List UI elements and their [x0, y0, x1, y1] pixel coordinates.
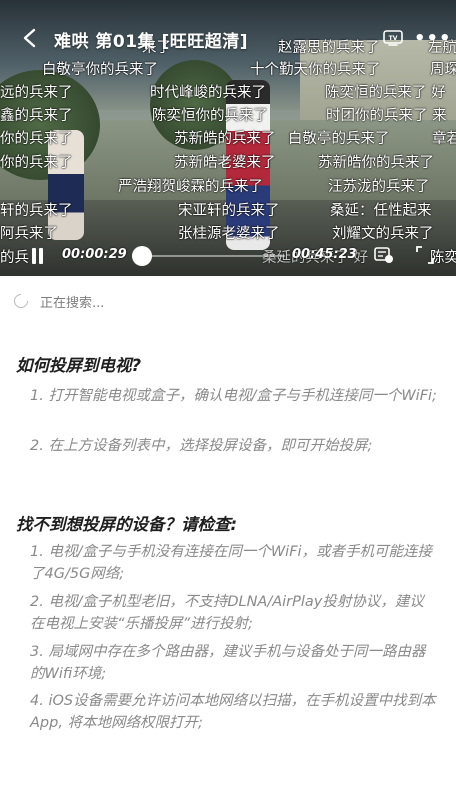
how-to-step: 1. 打开智能电视或盒子，确认电视/盒子与手机连接同一个WiFi;: [30, 388, 437, 404]
troubleshoot-step: 1. 电视/盒子与手机没有连接在同一个WiFi，或者手机可能连接了4G/5G网络…: [30, 544, 433, 582]
troubleshoot-step: 3. 局域网中存在多个路由器，建议手机与设备处于同一路由器的Wifi环境;: [30, 644, 426, 682]
fullscreen-icon[interactable]: [416, 246, 434, 264]
video-frame-person: [226, 80, 270, 250]
video-frame-person: [48, 130, 84, 240]
more-icon[interactable]: •••: [414, 28, 452, 49]
searching-label: 正在搜索...: [40, 296, 105, 311]
current-time: 00:00:29: [62, 247, 127, 262]
total-time: 00:45:23: [292, 247, 357, 262]
troubleshoot-step: 2. 电视/盒子机型老旧，不支持DLNA/AirPlay投射协议，建议在电视上安…: [30, 594, 424, 632]
how-to-step: 2. 在上方设备列表中，选择投屏设备，即可开始投屏;: [30, 438, 373, 454]
progress-thumb[interactable]: [131, 246, 152, 266]
progress-bar[interactable]: [131, 246, 285, 266]
spinner-icon: [11, 291, 31, 311]
pause-icon[interactable]: [30, 248, 44, 264]
video-player[interactable]: 来了 赵露思的兵来了 左航 白敬亭你的兵来了 十个勤天你的兵来了 周琛 远的兵来…: [0, 0, 456, 276]
troubleshoot-title: 找不到想投屏的设备？请检查:: [16, 515, 238, 534]
tv-icon[interactable]: TV: [383, 30, 403, 46]
troubleshoot-step: 4. iOS设备需要允许访问本地网络以扫描，在手机设置中找到本App, 将本地网…: [30, 693, 436, 731]
how-to-cast-title: 如何投屏到电视?: [16, 356, 142, 375]
player-top-bar: 难哄 第01集 [旺旺超清] TV •••: [0, 0, 456, 52]
svg-text:TV: TV: [389, 35, 398, 42]
danmaku-toggle-icon[interactable]: [374, 246, 394, 264]
video-title: 难哄 第01集 [旺旺超清]: [54, 32, 249, 52]
player-controls: 00:00:29 00:45:23: [0, 240, 456, 270]
chevron-left-icon[interactable]: [22, 28, 38, 48]
